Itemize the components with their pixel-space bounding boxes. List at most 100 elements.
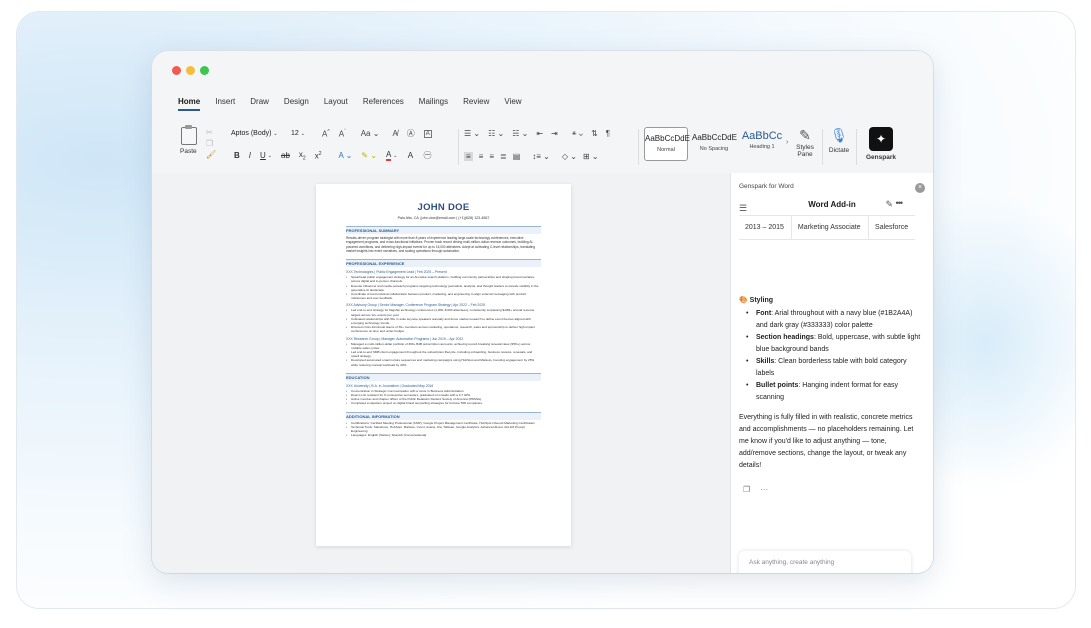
shading-icon[interactable]: ◇ ⌄ — [562, 152, 577, 161]
change-case-icon[interactable]: Aa ⌄ — [361, 129, 380, 138]
tab-review[interactable]: Review — [463, 97, 489, 111]
paste-button[interactable]: Paste — [172, 125, 208, 165]
list-item: Section headings: Bold, uppercase, with … — [746, 332, 921, 356]
job-bullets: Spearhead public engagement strategy for… — [346, 275, 541, 300]
font-size-select[interactable]: 12 ⌄ — [288, 128, 316, 140]
job-header: XXX Technologies | Public Engagement Lea… — [346, 270, 447, 275]
list-item: Execute influencer and media outreach pr… — [346, 284, 541, 292]
job-header: XXX Advisory Group | Senior Manager, Con… — [346, 303, 485, 308]
chat-input[interactable]: Ask anything, create anything — [749, 559, 834, 566]
style-normal[interactable]: AaBbCcDdE Normal — [644, 127, 690, 161]
document-page[interactable]: JOHN DOE Palo Alto, CA | john.doe@email.… — [316, 184, 571, 546]
text-effects-icon[interactable]: Ⓐ — [407, 128, 415, 139]
text-box-icon[interactable]: A — [423, 129, 432, 138]
tab-mailings[interactable]: Mailings — [419, 97, 448, 111]
assistant-message: 🎨 Styling Font: Arial throughout with a … — [739, 295, 921, 472]
genspark-button[interactable]: ✦ Genspark — [864, 127, 898, 161]
job-bullets: Managed a multi-million-dollar portfolio… — [346, 342, 541, 367]
more-options-icon[interactable]: ••• — [896, 198, 904, 208]
style-heading-1[interactable]: AaBbCc Heading 1 — [740, 127, 784, 161]
styles-pane-button[interactable]: ✎ Styles Pane — [792, 127, 818, 158]
show-marks-icon[interactable]: ¶ — [606, 129, 610, 138]
font-family-value: Aptos (Body) — [231, 130, 272, 137]
list-item: Languages: English (Native), Spanish (Co… — [346, 433, 541, 437]
enclose-icon[interactable]: ㊀ — [423, 150, 431, 161]
resume-name: JOHN DOE — [417, 202, 470, 213]
asian-layout-icon[interactable]: ⚹ ⌄ — [572, 128, 583, 138]
list-item: Coordinate cross-functional collaboratio… — [346, 292, 541, 300]
underline-icon[interactable]: U — [260, 151, 266, 160]
additional-bullets: Certifications: Certified Meeting Profes… — [346, 421, 541, 438]
subscript-icon[interactable]: x2 — [299, 150, 306, 162]
font-family-select[interactable]: Aptos (Body) ⌄ — [228, 128, 286, 140]
copy-icon[interactable]: ❐ — [743, 485, 750, 494]
line-spacing-icon[interactable]: ↕≡ ⌄ — [532, 152, 550, 161]
chat-input-box[interactable]: Ask anything, create anything + ↵ — [739, 551, 911, 573]
section-heading: PROFESSIONAL EXPERIENCE — [346, 259, 541, 268]
grow-font-icon[interactable]: A^ — [322, 129, 330, 139]
bullet-text: : Clean borderless table with bold categ… — [756, 358, 907, 377]
section-heading: PROFESSIONAL SUMMARY — [346, 226, 541, 234]
genspark-logo-icon: ✦ — [869, 127, 893, 151]
style-name: No Spacing — [699, 146, 729, 152]
list-item: Spearhead public engagement strategy for… — [346, 275, 541, 283]
more-icon[interactable]: ··· — [760, 485, 768, 494]
tab-view[interactable]: View — [504, 97, 521, 111]
maximize-window-button[interactable] — [200, 66, 209, 75]
justify-icon[interactable]: ≣ — [500, 152, 507, 161]
sort-icon[interactable]: ⇅ — [591, 129, 598, 138]
close-window-button[interactable] — [172, 66, 181, 75]
tab-insert[interactable]: Insert — [215, 97, 235, 111]
styling-list: Font: Arial throughout with a navy blue … — [746, 308, 921, 404]
bullets-icon[interactable]: ☰ ⌄ — [464, 129, 480, 138]
tab-references[interactable]: References — [363, 97, 404, 111]
multilevel-list-icon[interactable]: ☵ ⌄ — [512, 129, 528, 138]
styles-more-icon[interactable]: › — [786, 139, 788, 146]
style-name: Heading 1 — [749, 144, 775, 150]
summary-message: Everything is fully filled in with reali… — [739, 414, 914, 469]
tab-layout[interactable]: Layout — [324, 97, 348, 111]
new-chat-icon[interactable]: ✎ — [885, 199, 893, 210]
distributed-icon[interactable]: ▤ — [513, 152, 521, 161]
clear-format-icon[interactable]: A̸ — [392, 129, 397, 138]
dictate-button[interactable]: 🎙 Dictate — [826, 127, 852, 154]
phonetic-icon[interactable]: Ａ — [406, 150, 414, 161]
increase-indent-icon[interactable]: ⇥ — [551, 129, 558, 138]
highlight-icon[interactable]: ✎ ⌄ — [361, 151, 377, 160]
align-left-icon[interactable]: ≡ — [464, 152, 473, 161]
tab-design[interactable]: Design — [284, 97, 309, 111]
bullet-label: Skills — [756, 358, 775, 365]
styles-pane-label: Styles Pane — [796, 144, 814, 158]
list-item: Directed cross-functional teams of 30+ m… — [346, 325, 541, 333]
format-painter-icon[interactable]: 🖌 — [206, 149, 216, 160]
list-item: Skills: Clean borderless table with bold… — [746, 356, 921, 380]
copy-icon[interactable]: ❐ — [206, 138, 216, 149]
style-no-spacing[interactable]: AaBbCcDdE No Spacing — [692, 127, 737, 161]
bullet-text: : Arial throughout with a navy blue (#1B… — [756, 310, 913, 329]
list-item: Font: Arial throughout with a navy blue … — [746, 308, 921, 332]
align-center-icon[interactable]: ≡ — [479, 152, 484, 161]
borders-icon[interactable]: ⊞ ⌄ — [583, 152, 599, 161]
style-preview: AaBbCcDdE — [692, 133, 737, 142]
divider — [856, 129, 857, 165]
shrink-font-icon[interactable]: Aˇ — [339, 129, 346, 139]
list-item: Cultivated relationships with 50+ C-suit… — [346, 317, 541, 325]
font-color-icon[interactable]: A — [385, 150, 392, 162]
align-right-icon[interactable]: ≡ — [489, 152, 494, 161]
superscript-icon[interactable]: x2 — [315, 151, 322, 161]
numbering-icon[interactable]: ☷ ⌄ — [488, 129, 504, 138]
tab-draw[interactable]: Draw — [250, 97, 269, 111]
section-heading: EDUCATION — [346, 372, 541, 381]
tab-home[interactable]: Home — [178, 97, 201, 111]
bold-icon[interactable]: B — [234, 151, 240, 160]
minimize-window-button[interactable] — [186, 66, 195, 75]
italic-icon[interactable]: I — [249, 151, 251, 160]
cut-icon[interactable]: ✂ — [206, 127, 216, 138]
decrease-indent-icon[interactable]: ⇤ — [536, 129, 543, 138]
strikethrough-icon[interactable]: ab — [281, 151, 290, 160]
list-item: Technical Tools: Salesforce, HubSpot, Ma… — [346, 425, 541, 433]
paragraph-tools-top: ☰ ⌄ ☷ ⌄ ☵ ⌄ ⇤ ⇥ ⚹ ⌄ ⇅ ¶ — [464, 128, 610, 138]
text-effect-icon[interactable]: A ⌄ — [338, 151, 352, 160]
close-icon[interactable]: × — [915, 183, 925, 193]
bullet-label: Bullet points — [756, 382, 799, 389]
